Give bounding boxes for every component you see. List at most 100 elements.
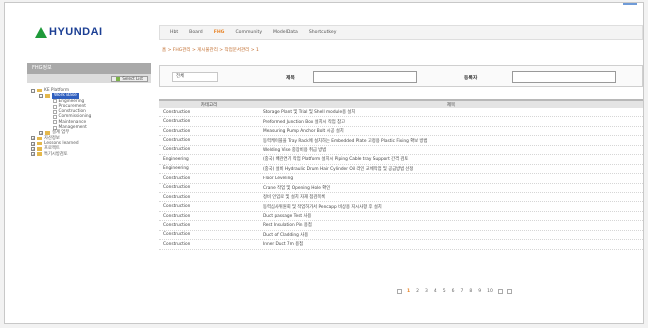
sidebar: FHG정보 Select List - KE Platform - Work Base… — [27, 63, 151, 157]
collapse-icon[interactable]: - — [31, 88, 35, 93]
page-number[interactable]: 9 — [477, 289, 482, 294]
sidebar-tree: - KE Platform - Work Base Engineering Procure… — [27, 88, 151, 157]
page-number[interactable]: 6 — [451, 289, 456, 294]
expand-icon[interactable]: + — [31, 136, 35, 141]
row-title-link[interactable]: 동력케이블을 Tray Rack에 설치하는 Embedded Plate 고정… — [259, 138, 643, 144]
table-header: 카테고리 제목 — [159, 99, 643, 108]
page-number[interactable]: 4 — [433, 289, 438, 294]
table-row[interactable]: Construction Measuring Pump Anchor Bolt 시… — [159, 127, 643, 137]
row-title-link[interactable]: Duct of Cladding 사용 — [259, 232, 643, 238]
category-column-header[interactable]: 카테고리 — [159, 102, 259, 108]
nav-item[interactable]: Shortcutkey — [309, 30, 337, 35]
expand-icon[interactable]: + — [39, 131, 43, 136]
table-row[interactable]: Construction Floor Leveling — [159, 174, 643, 184]
nav-item[interactable]: Hbt — [170, 30, 178, 35]
table-row[interactable]: Construction Storage Plant 및 Trial 및 Shel… — [159, 108, 643, 118]
row-title-link[interactable]: Inner Duct 7m 용접 — [259, 241, 643, 247]
row-title-link[interactable]: Crane 작업 및 Opening Hole 확인 — [259, 185, 643, 191]
page-number[interactable]: 8 — [468, 289, 473, 294]
folder-icon — [37, 152, 42, 156]
logo-triangle-icon — [35, 26, 47, 38]
row-title-link[interactable]: Preformed Junction Box 설치시 작업 참고 — [259, 119, 643, 125]
pagination: 1 2 3 4 5 6 7 8 9 10 — [397, 289, 512, 294]
page-number[interactable]: 10 — [486, 289, 494, 294]
row-title-link[interactable]: 정비 인입로 및 설치 자재 점검목록 — [259, 194, 643, 200]
table-row[interactable]: Construction Inner Duct 7m 용접 — [159, 240, 643, 250]
row-category: Construction — [163, 204, 191, 210]
select-list-button[interactable]: Select List — [111, 75, 148, 82]
document-icon — [53, 109, 57, 114]
title-search-input[interactable] — [313, 71, 417, 83]
folder-icon — [37, 141, 42, 146]
title-column-header[interactable]: 제목 — [259, 102, 643, 108]
tree-item[interactable]: + 특기시방검토 — [27, 152, 151, 157]
table-row[interactable]: Construction Duct of Cladding 사용 — [159, 231, 643, 241]
table-row[interactable]: Construction 정비 인입로 및 설치 자재 점검목록 — [159, 193, 643, 203]
document-icon — [53, 104, 57, 109]
row-title-link[interactable]: Duct passage Test 사용 — [259, 213, 643, 219]
nav-item[interactable]: Community — [235, 30, 262, 35]
table-row[interactable]: Engineering (중국) 설비 Hydraulic Drum Hair C… — [159, 165, 643, 175]
table-body: Construction Storage Plant 및 Trial 및 Shel… — [159, 108, 643, 250]
logo-text: HYUNDAI — [49, 26, 103, 38]
row-title-link[interactable]: (중국) 배관연기 작업 Platform 설치시 Piping Cable t… — [259, 156, 643, 162]
next-page-icon[interactable] — [497, 289, 503, 294]
row-title-link[interactable]: Floor Leveling — [259, 176, 643, 181]
first-page-icon[interactable] — [397, 289, 402, 294]
row-category: Construction — [163, 222, 191, 228]
table-row[interactable]: Construction Rest Insulation Pin 용접 — [159, 221, 643, 231]
expand-icon[interactable]: + — [31, 146, 35, 151]
row-category: Construction — [163, 213, 191, 219]
table-row[interactable]: Engineering (중국) 배관연기 작업 Platform 설치시 Pip… — [159, 155, 643, 165]
table-row[interactable]: Construction Duct passage Test 사용 — [159, 212, 643, 222]
app-window: HYUNDAI FHG정보 Select List - KE Platform - W… — [4, 2, 644, 324]
document-icon — [53, 115, 57, 120]
row-title-link[interactable]: (중국) 설비 Hydraulic Drum Hair Cylinder Oil… — [259, 166, 643, 172]
table-row[interactable]: Construction Preformed Junction Box 설치시 작… — [159, 117, 643, 127]
row-category: Engineering — [163, 166, 189, 172]
folder-icon — [37, 147, 42, 151]
row-title-link[interactable]: Storage Plant 및 Trial 및 Shell module용 설치 — [259, 109, 643, 115]
row-category: Construction — [163, 128, 191, 134]
tree-item-label: 특기시방검토 — [44, 151, 68, 157]
page-number[interactable]: 5 — [442, 289, 447, 294]
expand-icon[interactable]: + — [31, 141, 35, 146]
row-category: Construction — [163, 175, 191, 181]
search-category-select[interactable]: 전체 — [172, 72, 218, 82]
row-title-link[interactable]: Rest Insulation Pin 용접 — [259, 222, 643, 228]
select-list-label: Select List — [122, 75, 143, 81]
table-row[interactable]: Construction Crane 작업 및 Opening Hole 확인 — [159, 184, 643, 193]
collapse-icon[interactable]: - — [39, 93, 43, 98]
nav-item[interactable]: Board — [189, 30, 203, 35]
author-search-input[interactable] — [512, 71, 616, 83]
row-title-link[interactable]: Welding Vise 중장비용 취급 방법 — [259, 147, 643, 153]
row-category: Construction — [163, 185, 191, 191]
document-icon — [53, 120, 57, 125]
nav-item[interactable]: FHG — [214, 30, 225, 35]
page-number[interactable]: 1 — [406, 289, 411, 294]
author-search-label: 등록자 — [464, 76, 478, 81]
row-title-link[interactable]: Measuring Pump Anchor Bolt 시공 설치 — [259, 128, 643, 134]
table-row[interactable]: Construction 동력케이블을 Tray Rack에 설치하는 Embed… — [159, 136, 643, 146]
page-number[interactable]: 3 — [424, 289, 429, 294]
page-number[interactable]: 7 — [460, 289, 465, 294]
row-category: Construction — [163, 241, 191, 247]
table-row[interactable]: Construction 동력심사위원회 및 작업허가서 Pencapp 비상용 … — [159, 202, 643, 212]
row-category: Construction — [163, 119, 191, 125]
top-nav: Hbt Board FHG Community ModelData Shortcutkey — [159, 25, 643, 40]
folder-icon — [37, 88, 42, 93]
row-category: Construction — [163, 194, 191, 200]
corner-indicator — [623, 3, 637, 5]
nav-item[interactable]: ModelData — [273, 30, 298, 35]
expand-icon[interactable]: + — [31, 152, 35, 157]
row-category: Engineering — [163, 156, 189, 162]
last-page-icon[interactable] — [506, 289, 512, 294]
table-row[interactable]: Construction Welding Vise 중장비용 취급 방법 — [159, 146, 643, 156]
document-icon — [53, 99, 57, 104]
row-category: Construction — [163, 138, 191, 144]
breadcrumb: 홈 > FHG관리 > 게시물관리 > 작업문서관리 > 1 — [162, 48, 259, 53]
row-category: Construction — [163, 147, 191, 153]
logo[interactable]: HYUNDAI — [35, 25, 103, 39]
row-title-link[interactable]: 동력심사위원회 및 작업허가서 Pencapp 비상용 지시사항 후 설치 — [259, 204, 643, 210]
page-number[interactable]: 2 — [415, 289, 420, 294]
